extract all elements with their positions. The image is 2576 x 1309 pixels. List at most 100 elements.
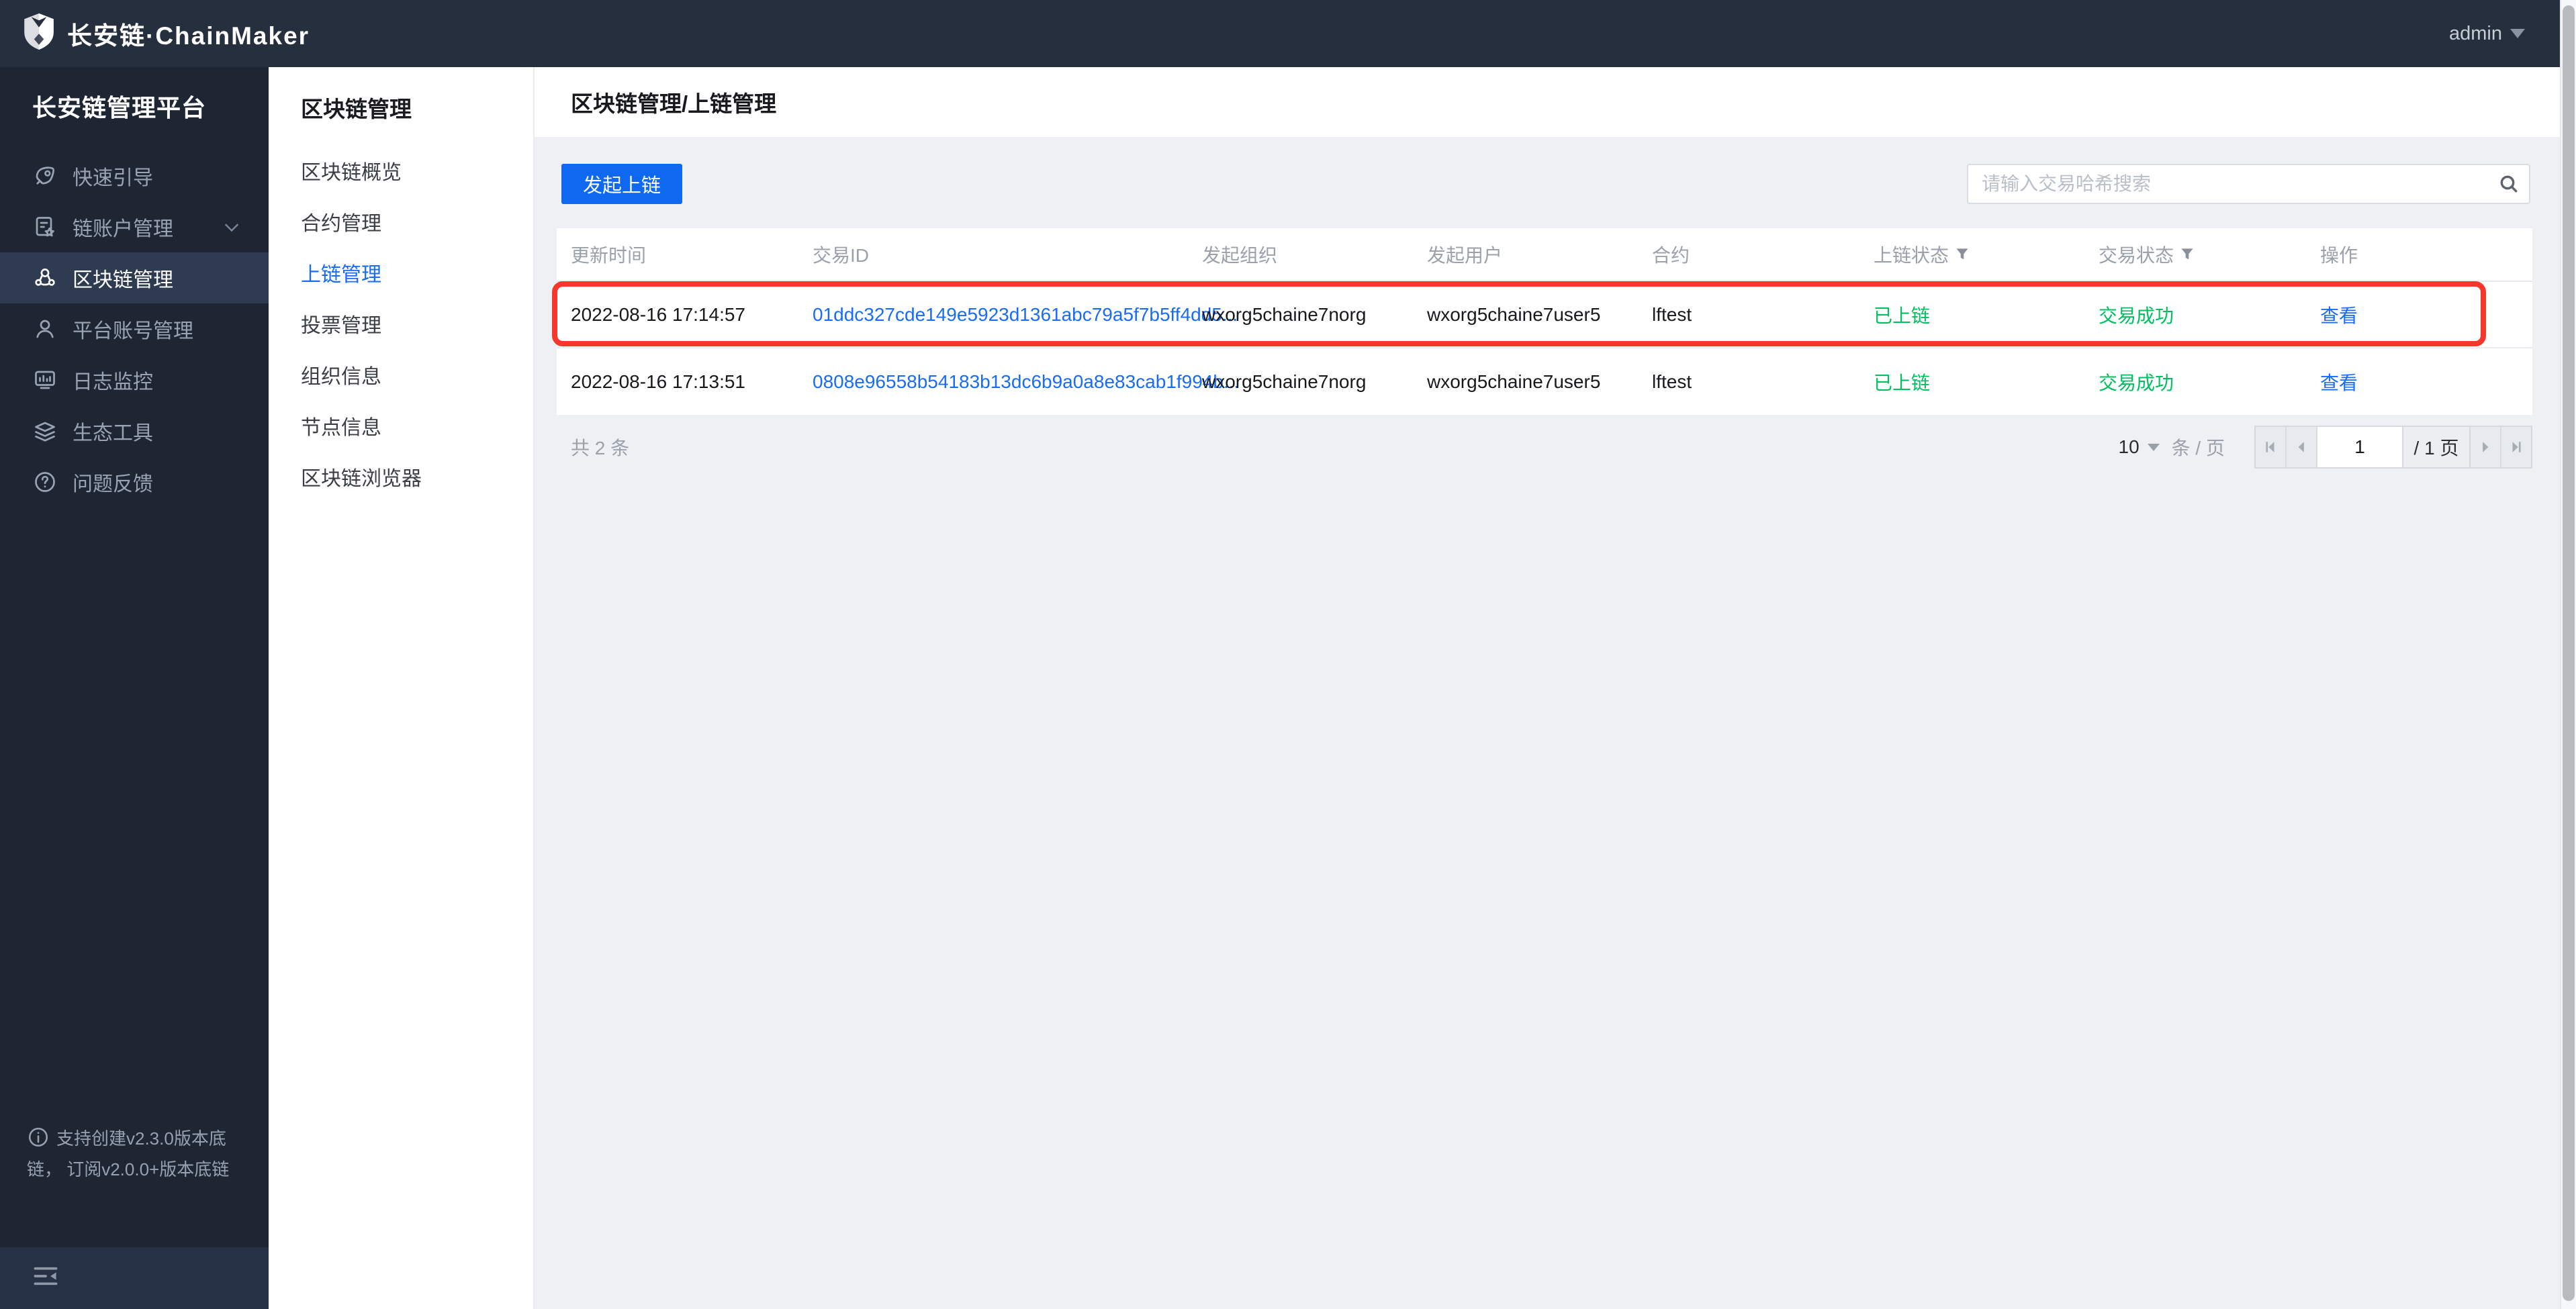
col-chain-status-label: 上链状态	[1874, 245, 1949, 266]
info-icon	[27, 1126, 50, 1156]
page-size-select[interactable]: 10	[2119, 436, 2160, 458]
sidebar-item-feedback[interactable]: 问题反馈	[0, 456, 269, 507]
sidebar-item-blockchain-mgmt[interactable]: 区块链管理	[0, 252, 269, 303]
app-header: 长安链·ChainMaker admin	[0, 0, 2576, 67]
launch-onchain-button[interactable]: 发起上链	[561, 164, 682, 204]
col-tx-status-label: 交易状态	[2099, 245, 2174, 266]
cell-user: wxorg5chaine7user5	[1427, 371, 1601, 392]
page-number-input[interactable]	[2316, 426, 2403, 469]
first-page-button[interactable]	[2254, 426, 2287, 469]
pager-buttons: / 1 页	[2254, 426, 2532, 469]
chevron-down-icon	[224, 217, 239, 232]
page-total-label: / 1 页	[2402, 426, 2471, 469]
submenu-item-overview[interactable]: 区块链概览	[269, 148, 533, 199]
sidebar-item-label: 日志监控	[73, 371, 153, 393]
cell-org: wxorg5chaine7norg	[1202, 303, 1367, 325]
sidebar-item-quick-guide[interactable]: 快速引导	[0, 150, 269, 201]
breadcrumb-bar: 区块链管理/上链管理	[535, 67, 2560, 137]
version-note-text: 支持创建v2.3.0版本底链， 订阅v2.0.0+版本底链	[27, 1128, 230, 1179]
menu-fold-icon	[32, 1265, 59, 1292]
cell-tx-status: 交易成功	[2099, 305, 2174, 326]
next-page-button[interactable]	[2469, 426, 2501, 469]
version-note: 支持创建v2.3.0版本底链， 订阅v2.0.0+版本底链	[27, 1125, 252, 1183]
submenu-item-contracts[interactable]: 合约管理	[269, 199, 533, 250]
col-chain-status: 上链状态	[1874, 241, 2099, 268]
pagination-controls: 10 条 / 页 / 1 页	[2119, 426, 2532, 469]
rocket-icon	[32, 163, 58, 189]
view-link[interactable]: 查看	[2320, 369, 2532, 395]
user-name: admin	[2449, 22, 2502, 44]
col-contract: 合约	[1652, 245, 1690, 266]
cell-org: wxorg5chaine7norg	[1202, 371, 1367, 392]
sidebar-item-label: 生态工具	[73, 422, 153, 444]
sidebar-collapse-button[interactable]	[0, 1247, 269, 1309]
monitor-icon	[32, 367, 58, 393]
account-doc-icon	[32, 214, 58, 240]
transactions-table: 更新时间 交易ID 发起组织 发起用户 合约 上链状态 交易状态 操作 2022…	[557, 228, 2532, 415]
cell-update-time: 2022-08-16 17:13:51	[571, 371, 745, 392]
table-header-row: 更新时间 交易ID 发起组织 发起用户 合约 上链状态 交易状态 操作	[557, 228, 2532, 282]
cell-contract: lftest	[1652, 303, 1692, 325]
pagination-total: 共 2 条	[571, 438, 630, 458]
chevron-down-icon	[2147, 443, 2160, 451]
submenu-item-onchain-mgmt[interactable]: 上链管理	[269, 250, 533, 301]
last-page-button[interactable]	[2500, 426, 2532, 469]
search-icon[interactable]	[2489, 173, 2529, 195]
cell-tx-id-link[interactable]: 0808e96558b54183b13dc6b9a0a8e83cab1f994b…	[813, 371, 1239, 393]
submenu-title: 区块链管理	[301, 97, 412, 122]
sidebar-item-platform-accounts[interactable]: 平台账号管理	[0, 303, 269, 354]
cell-chain-status: 已上链	[1874, 305, 1931, 326]
sidebar-item-label: 链账户管理	[73, 218, 173, 240]
sidebar-item-eco-tools[interactable]: 生态工具	[0, 405, 269, 456]
chevron-down-icon	[2510, 29, 2525, 38]
scrollbar-thumb[interactable]	[2563, 5, 2575, 1301]
user-menu[interactable]: admin	[2449, 0, 2525, 67]
pagination: 共 2 条 10 条 / 页 / 1 页	[557, 424, 2532, 470]
primary-sidebar: 长安链管理平台 快速引导 链账户管理 区块链管理 平台账号管理 日志监控 生态工…	[0, 67, 269, 1309]
platform-title: 长安链管理平台	[32, 94, 207, 122]
submenu-item-explorer[interactable]: 区块链浏览器	[269, 454, 533, 505]
filter-funnel-icon[interactable]	[1956, 248, 1969, 261]
breadcrumb: 区块链管理/上链管理	[571, 91, 777, 116]
submenu-item-orgs[interactable]: 组织信息	[269, 352, 533, 403]
prev-page-button[interactable]	[2285, 426, 2317, 469]
scrollbar	[2560, 0, 2576, 1309]
search-input[interactable]	[1968, 165, 2489, 203]
per-page-label: 条 / 页	[2171, 438, 2225, 458]
col-update-time: 更新时间	[571, 245, 647, 266]
blockchain-icon	[32, 265, 58, 291]
sidebar-item-label: 平台账号管理	[73, 320, 193, 342]
search-box	[1967, 164, 2530, 204]
cell-contract: lftest	[1652, 371, 1692, 392]
filter-funnel-icon[interactable]	[2180, 248, 2194, 261]
sidebar-item-label: 区块链管理	[73, 269, 173, 291]
layers-icon	[32, 418, 58, 444]
col-tx-id: 交易ID	[813, 245, 870, 266]
cell-update-time: 2022-08-16 17:14:57	[571, 303, 745, 325]
page-size-value: 10	[2118, 436, 2140, 457]
submenu-item-voting[interactable]: 投票管理	[269, 301, 533, 352]
user-icon	[32, 316, 58, 342]
col-user: 发起用户	[1427, 245, 1503, 266]
cell-tx-status: 交易成功	[2099, 372, 2174, 393]
cell-tx-id-link[interactable]: 01ddc327cde149e5923d1361abc79a5f7b5ff4dd…	[813, 304, 1238, 326]
table-row: 2022-08-16 17:14:57 01ddc327cde149e5923d…	[557, 282, 2532, 348]
app-title: 长安链·ChainMaker	[67, 22, 310, 50]
main-content: 发起上链 更新时间 交易ID 发起组织 发起用户 合约 上链状态 交易状	[535, 137, 2560, 1309]
col-org: 发起组织	[1202, 245, 1278, 266]
chainmaker-shield-icon	[21, 13, 56, 55]
col-tx-status: 交易状态	[2099, 241, 2320, 268]
view-link[interactable]: 查看	[2320, 301, 2532, 328]
sidebar-item-chain-accounts[interactable]: 链账户管理	[0, 201, 269, 252]
submenu-item-nodes[interactable]: 节点信息	[269, 403, 533, 454]
col-actions: 操作	[2320, 245, 2358, 266]
sidebar-item-label: 快速引导	[73, 167, 153, 189]
logo: 长安链·ChainMaker	[21, 13, 310, 55]
cell-user: wxorg5chaine7user5	[1427, 303, 1601, 325]
table-row: 2022-08-16 17:13:51 0808e96558b54183b13d…	[557, 348, 2532, 415]
question-icon	[32, 469, 58, 495]
sidebar-item-log-monitor[interactable]: 日志监控	[0, 354, 269, 405]
cell-chain-status: 已上链	[1874, 372, 1931, 393]
sidebar-item-label: 问题反馈	[73, 473, 153, 495]
secondary-sidebar: 区块链管理 区块链概览 合约管理 上链管理 投票管理 组织信息 节点信息 区块链…	[269, 67, 535, 1309]
